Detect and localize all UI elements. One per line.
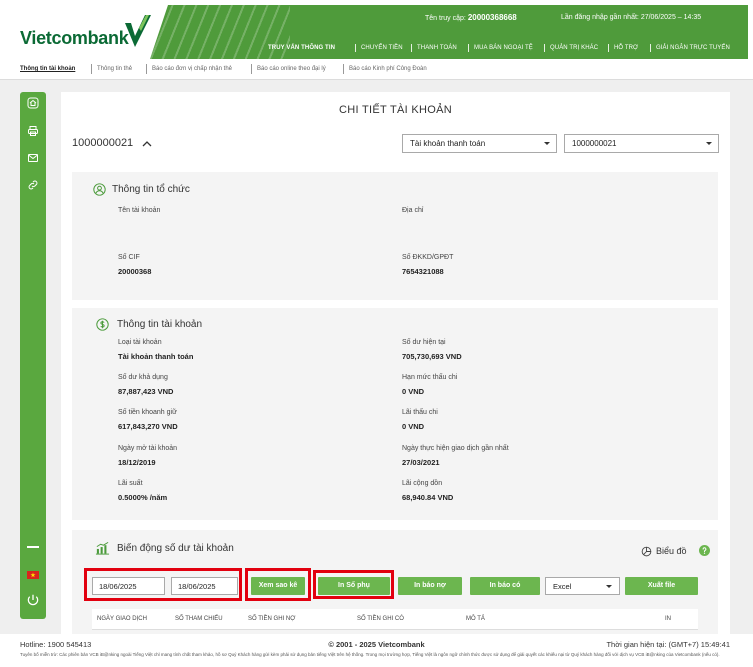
accrued-interest-label: Lãi cộng dồn: [402, 480, 443, 487]
home-icon[interactable]: [27, 97, 39, 109]
column-header-debit-amount: SỐ TIỀN GHI NỢ: [248, 616, 296, 622]
print-debit-note-button[interactable]: In báo nợ: [398, 577, 462, 595]
account-info-title: Thông tin tài khoản: [117, 319, 203, 330]
top-header: Vietcombank Tên truy cập: 20000368668 Lầ…: [0, 0, 753, 62]
account-name-label: Tên tài khoản: [118, 207, 161, 214]
vietcombank-logo-icon[interactable]: [124, 14, 152, 48]
last-transaction-date-value: 27/03/2021: [402, 458, 440, 467]
export-format-value: Excel: [553, 582, 572, 591]
nav-item-quan-tri-khac[interactable]: QUẢN TRỊ KHÁC: [544, 44, 598, 52]
nav-item-ho-tro[interactable]: HỖ TRỢ: [608, 44, 638, 52]
username-info: Tên truy cập: 20000368668: [425, 13, 517, 24]
current-balance-value: 705,730,693 VND: [402, 352, 462, 361]
subnav-bao-cao-kinh-phi-cong-doan[interactable]: Báo cáo Kinh phí Công Đoàn: [343, 64, 427, 74]
footer-disclaimer: Tuyên bố miễn trừ: Các phiên bản VCB iB@…: [20, 652, 720, 657]
overdraft-interest-label: Lãi thấu chi: [402, 409, 438, 416]
dollar-circle-icon: [96, 318, 109, 331]
help-icon[interactable]: [699, 545, 710, 556]
balance-movement-title: Biến động số dư tài khoản: [117, 543, 234, 554]
accrued-interest-value: 68,940.84 VND: [402, 493, 454, 502]
bar-chart-icon: [95, 541, 110, 555]
footer-hotline: Hotline: 1900 545413: [20, 640, 92, 649]
subnav-bao-cao-online-dai-ly[interactable]: Báo cáo online theo đại lý: [251, 64, 326, 74]
held-amount-value: 617,843,270 VND: [118, 422, 178, 431]
account-type-label: Loại tài khoản: [118, 339, 162, 346]
highlight-box-view-statement: [245, 568, 311, 601]
chevron-up-icon[interactable]: [142, 140, 152, 147]
power-icon[interactable]: [26, 593, 40, 607]
open-date-value: 18/12/2019: [118, 458, 156, 467]
username-label: Tên truy cập:: [425, 15, 466, 22]
print-credit-note-button[interactable]: In báo có: [470, 577, 540, 595]
held-amount-label: Số tiền khoanh giữ: [118, 409, 177, 416]
cif-label: Số CIF: [118, 254, 140, 261]
account-number-toggle[interactable]: 1000000021: [72, 137, 133, 150]
caret-down-icon: [706, 142, 712, 145]
caret-down-icon: [606, 585, 612, 588]
export-format-select[interactable]: Excel: [545, 577, 620, 595]
username-value: 20000368668: [467, 13, 517, 22]
mail-icon[interactable]: [27, 152, 39, 164]
overdraft-limit-label: Hạn mức thấu chi: [402, 374, 458, 381]
available-balance-value: 87,887,423 VND: [118, 387, 174, 396]
organization-info-title: Thông tin tổ chức: [112, 184, 190, 195]
overdraft-interest-value: 0 VND: [402, 422, 425, 431]
sidebar-divider: [27, 546, 39, 548]
business-reg-value: 7654321088: [402, 267, 444, 276]
cif-value: 20000368: [118, 267, 152, 276]
subnav-thong-tin-the[interactable]: Thông tin thẻ: [91, 64, 132, 74]
open-date-label: Ngày mở tài khoản: [118, 445, 178, 452]
caret-down-icon: [544, 142, 550, 145]
account-number-text: 1000000021: [72, 137, 134, 149]
account-type-select-value: Tài khoản thanh toán: [410, 139, 486, 148]
nav-item-truy-van-thong-tin[interactable]: TRUY VẤN THÔNG TIN: [268, 44, 335, 52]
last-login-value: 27/06/2025 – 14:35: [640, 14, 702, 21]
account-detail-page: Vietcombank Tên truy cập: 20000368668 Lầ…: [0, 0, 753, 667]
nav-item-thanh-toan[interactable]: THANH TOÁN: [411, 44, 457, 52]
footer-current-time: Thời gian hiện tại: (GMT+7) 15:49:41: [606, 640, 730, 649]
footer-copyright: © 2001 - 2025 Vietcombank: [328, 640, 425, 649]
print-icon[interactable]: [27, 125, 39, 137]
highlight-box-print-ledger: [313, 570, 394, 599]
interest-rate-value: 0.5000% /năm: [118, 493, 168, 502]
account-type-value: Tài khoản thanh toán: [118, 352, 194, 361]
highlight-box-date-range: [84, 568, 242, 601]
nav-item-mua-ban-ngoai-te[interactable]: MUA BÁN NGOẠI TỆ: [468, 44, 533, 52]
last-login-info: Lần đăng nhập gần nhất: 27/06/2025 – 14:…: [561, 13, 701, 23]
account-number-select[interactable]: 1000000021: [564, 134, 719, 153]
export-file-button[interactable]: Xuất file: [625, 577, 698, 595]
nav-item-chuyen-tien[interactable]: CHUYỂN TIỀN: [355, 44, 403, 52]
current-balance-label: Số dư hiện tại: [402, 339, 446, 346]
footer: [0, 634, 753, 667]
subnav-bao-cao-don-vi-chap-nhan-the[interactable]: Báo cáo đơn vị chấp nhận thẻ: [146, 64, 232, 74]
left-sidebar: [20, 92, 46, 619]
interest-rate-label: Lãi suất: [118, 480, 143, 487]
chart-link[interactable]: Biểu đồ: [656, 546, 687, 557]
column-header-transaction-date: NGÀY GIAO DỊCH: [97, 616, 147, 622]
page-title: CHI TIẾT TÀI KHOẢN: [339, 104, 452, 116]
vietnam-flag-icon[interactable]: [27, 571, 39, 579]
business-reg-label: Số ĐKKD/GPĐT: [402, 254, 454, 261]
account-number-select-value: 1000000021: [572, 139, 617, 148]
column-header-credit-amount: SỐ TIỀN GHI CÓ: [357, 616, 404, 622]
column-header-description: MÔ TẢ: [466, 616, 485, 622]
user-circle-icon: [93, 183, 106, 196]
pie-chart-icon[interactable]: [641, 546, 652, 557]
link-icon[interactable]: [27, 179, 39, 191]
last-login-label: Lần đăng nhập gần nhất:: [561, 14, 639, 21]
address-label: Địa chỉ: [402, 207, 424, 214]
subnav-thong-tin-tai-khoan[interactable]: Thông tin tài khoản: [20, 64, 75, 74]
nav-item-giai-ngan-truc-tuyen[interactable]: GIẢI NGÂN TRỰC TUYẾN: [650, 44, 730, 52]
account-type-select[interactable]: Tài khoản thanh toán: [402, 134, 557, 153]
available-balance-label: Số dư khả dụng: [118, 374, 168, 381]
vietcombank-logo-text[interactable]: Vietcombank: [20, 27, 129, 49]
column-header-reference-number: SỐ THAM CHIẾU: [175, 616, 223, 622]
column-header-print: IN: [665, 616, 671, 622]
last-transaction-date-label: Ngày thực hiện giao dịch gần nhất: [402, 445, 509, 452]
overdraft-limit-value: 0 VND: [402, 387, 425, 396]
